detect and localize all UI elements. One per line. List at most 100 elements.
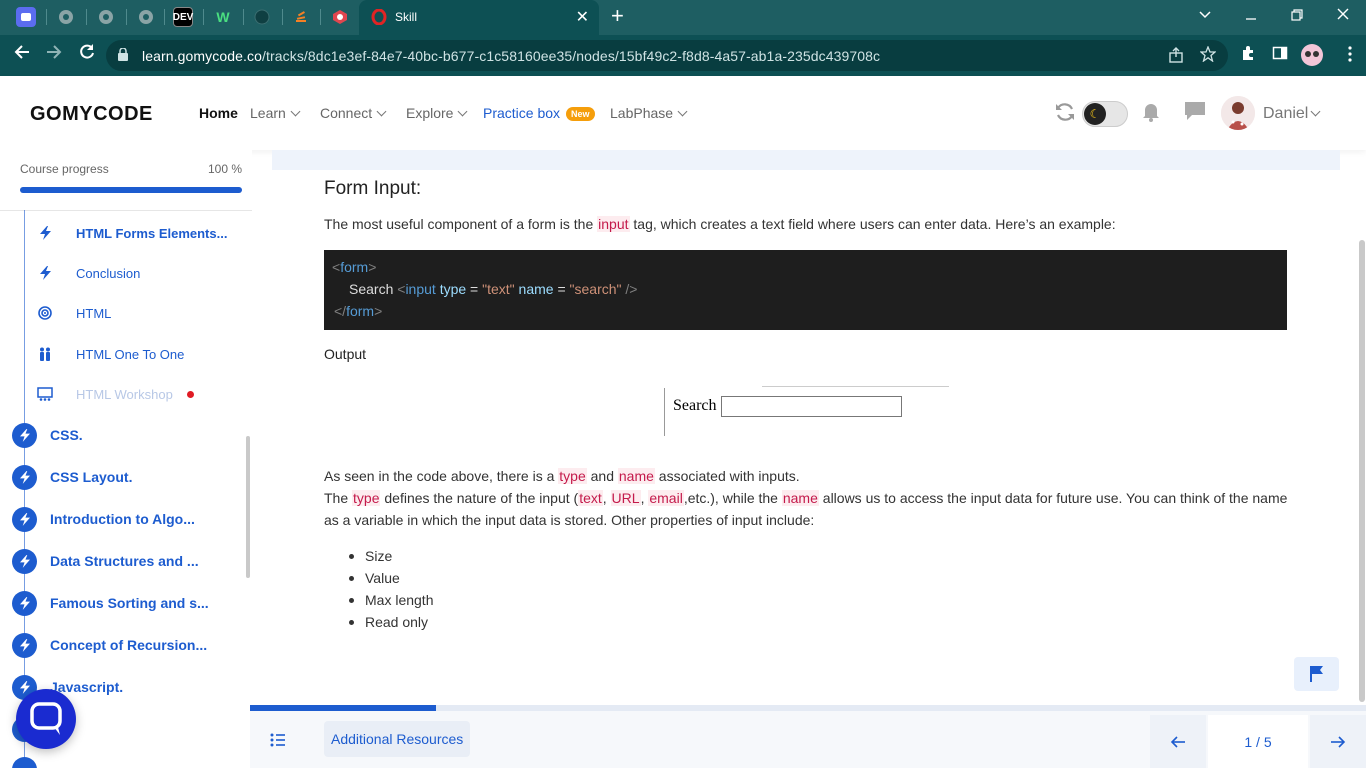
menu-dots-icon[interactable] [1348,46,1352,67]
code-punct: = [466,281,483,297]
sidebar-chapter-css[interactable]: CSS. [12,422,83,448]
sidebar-chapter-css-layout[interactable]: CSS Layout. [12,464,132,490]
code-line: </form> [334,303,382,319]
chevron-down-icon [290,106,301,117]
nav-home[interactable]: Home [199,105,238,121]
profile-avatar-icon[interactable] [1300,43,1324,72]
course-progress-bar [20,187,242,193]
forward-arrow-icon[interactable] [42,43,66,67]
dev-icon[interactable]: DEV [173,7,193,27]
moon-icon: ☾ [1084,103,1106,125]
people-icon [36,347,54,361]
user-avatar[interactable] [1221,96,1255,130]
sidebar-item-conclusion[interactable]: Conclusion [36,262,140,284]
body-text: defines the nature of the input ( [380,490,579,506]
tab-skill[interactable]: Skill ✕ [359,0,599,35]
bolt-icon [12,632,37,658]
chevron-down-icon [1310,106,1321,117]
bolt-icon [36,226,54,240]
sidebar-item-html-forms-elements[interactable]: HTML Forms Elements... [36,222,227,244]
svelte-icon[interactable] [330,7,350,27]
tab-separator [282,9,283,25]
new-tab-button[interactable]: + [611,4,624,28]
user-menu[interactable]: Daniel [1263,105,1321,123]
sidebar-scrollbar[interactable] [246,436,250,578]
body-text: allows us to access the input data for f… [818,490,1288,506]
url-text: learn.gomycode.co/tracks/8dc1e3ef-84e7-4… [142,48,880,64]
keyword-input: input [597,216,630,232]
close-icon[interactable]: ✕ [576,7,589,27]
gomycode-red-icon [371,9,387,25]
sidebar-chapter-next[interactable] [12,756,37,768]
next-page-button[interactable] [1310,715,1366,768]
gomycode-logo[interactable]: GOMYCODE [30,103,153,126]
keyword-type: type [558,468,587,484]
list-item: Value [348,567,433,589]
code-punct: = [553,281,570,297]
nav-connect-label: Connect [320,105,373,121]
bell-icon[interactable] [1142,102,1160,127]
minimize-icon[interactable] [1240,8,1262,25]
github-icon[interactable] [252,7,272,27]
demo-search-label: Search [673,397,717,414]
w-icon[interactable]: W [213,7,233,27]
body-paragraph-3: as a variable in which the input data is… [324,512,815,528]
window-close-icon[interactable] [1332,7,1354,25]
address-bar[interactable]: learn.gomycode.co/tracks/8dc1e3ef-84e7-4… [106,40,1228,71]
share-icon[interactable] [1168,47,1184,68]
list-item: Size [348,545,433,567]
url-path: /tracks/8dc1e3ef-84e7-40bc-b677-c1c58160… [262,48,881,64]
lesson-progress-bar [250,705,1366,711]
frame-gap [664,386,762,388]
sidepanel-icon[interactable] [1272,45,1288,66]
demo-search-input[interactable] [721,396,902,417]
globe-icon[interactable] [136,7,156,27]
chat-icon[interactable] [1184,101,1206,126]
star-icon[interactable] [1199,45,1217,67]
nav-connect[interactable]: Connect [320,105,387,121]
nav-explore[interactable]: Explore [406,105,468,121]
globe-icon[interactable] [56,7,76,27]
chapter-label: CSS. [50,427,83,443]
tab-separator [46,9,47,25]
restore-icon[interactable] [1286,8,1308,25]
nav-labphase[interactable]: LabPhase [610,105,688,121]
list-item: Read only [348,611,433,633]
sidebar-item-label: HTML One To One [76,346,185,362]
extensions-icon[interactable] [1240,45,1256,66]
sidebar-chapter-data-structures[interactable]: Data Structures and ... [12,548,199,574]
url-host: learn.gomycode.co [142,48,262,64]
sync-icon[interactable] [1054,101,1076,128]
nav-learn[interactable]: Learn [250,105,301,121]
sidebar-chapter-intro-algo[interactable]: Introduction to Algo... [12,506,195,532]
back-arrow-icon[interactable] [10,43,34,67]
bolt-icon [12,756,37,768]
list-icon[interactable] [270,733,286,752]
additional-resources-button[interactable]: Additional Resources [324,721,471,757]
list-item: Max length [348,589,433,611]
bolt-icon [12,506,37,532]
support-chat-button[interactable] [16,689,76,749]
sidebar-item-html-workshop[interactable]: HTML Workshop [36,383,194,405]
tab-separator [126,9,127,25]
nav-practice-box[interactable]: Practice box New [483,105,595,122]
nav-practice-box-label: Practice box [483,105,561,121]
nav-explore-label: Explore [406,105,454,121]
page-scrollbar[interactable] [1359,240,1365,702]
globe-icon[interactable] [96,7,116,27]
sidebar-item-html-one-to-one[interactable]: HTML One To One [36,343,184,365]
stackoverflow-icon[interactable] [291,7,311,27]
sidebar-chapter-sorting[interactable]: Famous Sorting and s... [12,590,209,616]
dark-mode-toggle[interactable]: ☾ [1082,101,1128,127]
report-flag-button[interactable] [1294,657,1339,691]
sidebar-chapter-recursion[interactable]: Concept of Recursion... [12,632,207,658]
sidebar-item-label: HTML Forms Elements... [76,225,228,241]
keyword-name: name [781,490,819,506]
reload-icon[interactable] [75,43,99,67]
gomycode-icon[interactable] [16,7,36,27]
previous-page-button[interactable] [1150,715,1206,768]
chevron-down-icon[interactable] [1194,6,1216,23]
code-punct: < [332,259,341,275]
sidebar-item-html[interactable]: HTML [36,302,111,324]
code-punct: /> [621,281,638,297]
